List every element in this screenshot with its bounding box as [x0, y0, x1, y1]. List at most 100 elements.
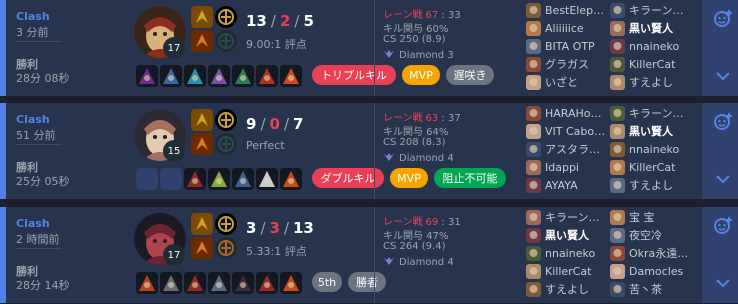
player[interactable]: HARAHo… — [526, 106, 608, 122]
player[interactable]: すえよし — [610, 75, 692, 91]
player-name[interactable]: HARAHo… — [545, 106, 602, 121]
item-icon[interactable] — [256, 168, 278, 190]
match-card[interactable]: Clash 3 分前 勝利 28分 08秒 17 13/2/5 9.00:1 評点 トリプルキ… — [0, 0, 738, 96]
player-name[interactable]: 夜空冷 — [629, 228, 662, 243]
player-name[interactable]: Damocles — [629, 264, 683, 279]
player-self[interactable]: 黒い賢人 — [610, 21, 692, 37]
player-name[interactable]: 黒い賢人 — [629, 124, 673, 139]
player-name[interactable]: いざと — [545, 75, 578, 90]
player[interactable]: AYAYA — [526, 178, 608, 194]
empty-item-slot[interactable] — [160, 168, 182, 190]
keystone-rune-icon[interactable] — [215, 6, 237, 28]
trinket-item-icon[interactable] — [280, 272, 302, 294]
player-name[interactable]: すえよし — [545, 282, 589, 297]
player[interactable]: VIT Cabo… — [526, 124, 608, 140]
player[interactable]: Idappi — [526, 160, 608, 176]
player-name[interactable]: アスタラ… — [545, 142, 600, 157]
player-name[interactable]: Okra永遠… — [629, 246, 688, 261]
player-name[interactable]: nnaineko — [545, 246, 595, 261]
secondary-rune-icon[interactable] — [215, 133, 237, 155]
player[interactable]: nnaineko — [610, 39, 692, 55]
summoner-spell-flash-icon[interactable] — [191, 6, 213, 28]
summoner-spell-flash-icon[interactable] — [191, 213, 213, 235]
player[interactable]: Okra永遠… — [610, 246, 692, 262]
item-icon[interactable] — [160, 65, 182, 87]
player-name[interactable]: グラガス — [545, 57, 589, 72]
player-name[interactable]: nnaineko — [629, 39, 679, 54]
player-name[interactable]: VIT Cabo… — [545, 124, 605, 139]
player[interactable]: すえよし — [610, 178, 692, 194]
summoner-spell-ignite-icon[interactable] — [191, 133, 213, 155]
summoner-spell-ignite-icon[interactable] — [191, 237, 213, 259]
item-icon[interactable] — [232, 272, 254, 294]
player-name[interactable]: 宝 宝 — [629, 210, 655, 225]
player[interactable]: グラガス — [526, 57, 608, 73]
player-name[interactable]: すえよし — [629, 178, 673, 193]
player[interactable]: Damocles — [610, 264, 692, 280]
player-name[interactable]: BITA OTP — [545, 39, 595, 54]
player-name[interactable]: すえよし — [629, 75, 673, 90]
item-icon[interactable] — [256, 65, 278, 87]
item-icon[interactable] — [136, 272, 158, 294]
secondary-rune-icon[interactable] — [215, 237, 237, 259]
player-self[interactable]: 黒い賢人 — [610, 124, 692, 140]
player[interactable]: BestElep… — [526, 3, 608, 19]
player[interactable]: アスタラ… — [526, 142, 608, 158]
item-icon[interactable] — [208, 272, 230, 294]
item-icon[interactable] — [208, 168, 230, 190]
item-icon[interactable] — [160, 272, 182, 294]
player-name[interactable]: キラーン… — [629, 3, 683, 18]
item-icon[interactable] — [232, 65, 254, 87]
player[interactable]: nnaineko — [610, 142, 692, 158]
player-name[interactable]: Aliiiiice — [545, 21, 584, 36]
chevron-down-icon[interactable] — [715, 66, 731, 81]
item-icon[interactable] — [184, 65, 206, 87]
player[interactable]: Aliiiiice — [526, 21, 608, 37]
player[interactable]: BITA OTP — [526, 39, 608, 55]
item-icon[interactable] — [208, 65, 230, 87]
player-name[interactable]: Idappi — [545, 160, 579, 175]
player[interactable]: いざと — [526, 75, 608, 91]
empty-item-slot[interactable] — [136, 168, 158, 190]
player-name[interactable]: BestElep… — [545, 3, 604, 18]
item-icon[interactable] — [256, 272, 278, 294]
player[interactable]: 宝 宝 — [610, 210, 692, 226]
item-icon[interactable] — [136, 65, 158, 87]
trinket-item-icon[interactable] — [280, 168, 302, 190]
add-friend-icon[interactable] — [712, 215, 734, 237]
player[interactable]: キラーン… — [610, 3, 692, 19]
player-name[interactable]: 黒い賢人 — [545, 228, 589, 243]
player-name[interactable]: 苦丶茶 — [629, 282, 662, 297]
player-name[interactable]: AYAYA — [545, 178, 578, 193]
keystone-rune-icon[interactable] — [215, 109, 237, 131]
player[interactable]: KillerCat — [610, 160, 692, 176]
badge[interactable]: 5th — [312, 272, 342, 292]
player-name[interactable]: キラーン… — [629, 106, 683, 121]
match-card[interactable]: Clash 51 分前 勝利 25分 05秒 15 9/0/7 Perfect ダブルキル MV… — [0, 103, 738, 199]
match-card[interactable]: Clash 2 時間前 勝利 28分 14秒 17 3/3/13 5.33:1 評点 5th 勝… — [0, 207, 738, 303]
player-name[interactable]: KillerCat — [629, 57, 675, 72]
secondary-rune-icon[interactable] — [215, 30, 237, 52]
player-name[interactable]: キラーン… — [545, 210, 599, 225]
player-self[interactable]: 黒い賢人 — [526, 228, 608, 244]
player[interactable]: KillerCat — [526, 264, 608, 280]
add-friend-icon[interactable] — [712, 8, 734, 30]
chevron-down-icon[interactable] — [715, 273, 731, 288]
summoner-spell-flash-icon[interactable] — [191, 109, 213, 131]
player-name[interactable]: KillerCat — [545, 264, 591, 279]
player-name[interactable]: 黒い賢人 — [629, 21, 673, 36]
item-icon[interactable] — [184, 272, 206, 294]
player[interactable]: すえよし — [526, 282, 608, 298]
player[interactable]: 夜空冷 — [610, 228, 692, 244]
item-icon[interactable] — [184, 168, 206, 190]
player[interactable]: 苦丶茶 — [610, 282, 692, 298]
trinket-item-icon[interactable] — [280, 65, 302, 87]
player[interactable]: KillerCat — [610, 57, 692, 73]
keystone-rune-icon[interactable] — [215, 213, 237, 235]
item-icon[interactable] — [232, 168, 254, 190]
player-name[interactable]: nnaineko — [629, 142, 679, 157]
chevron-down-icon[interactable] — [715, 169, 731, 184]
player[interactable]: キラーン… — [610, 106, 692, 122]
player-name[interactable]: KillerCat — [629, 160, 675, 175]
player[interactable]: nnaineko — [526, 246, 608, 262]
